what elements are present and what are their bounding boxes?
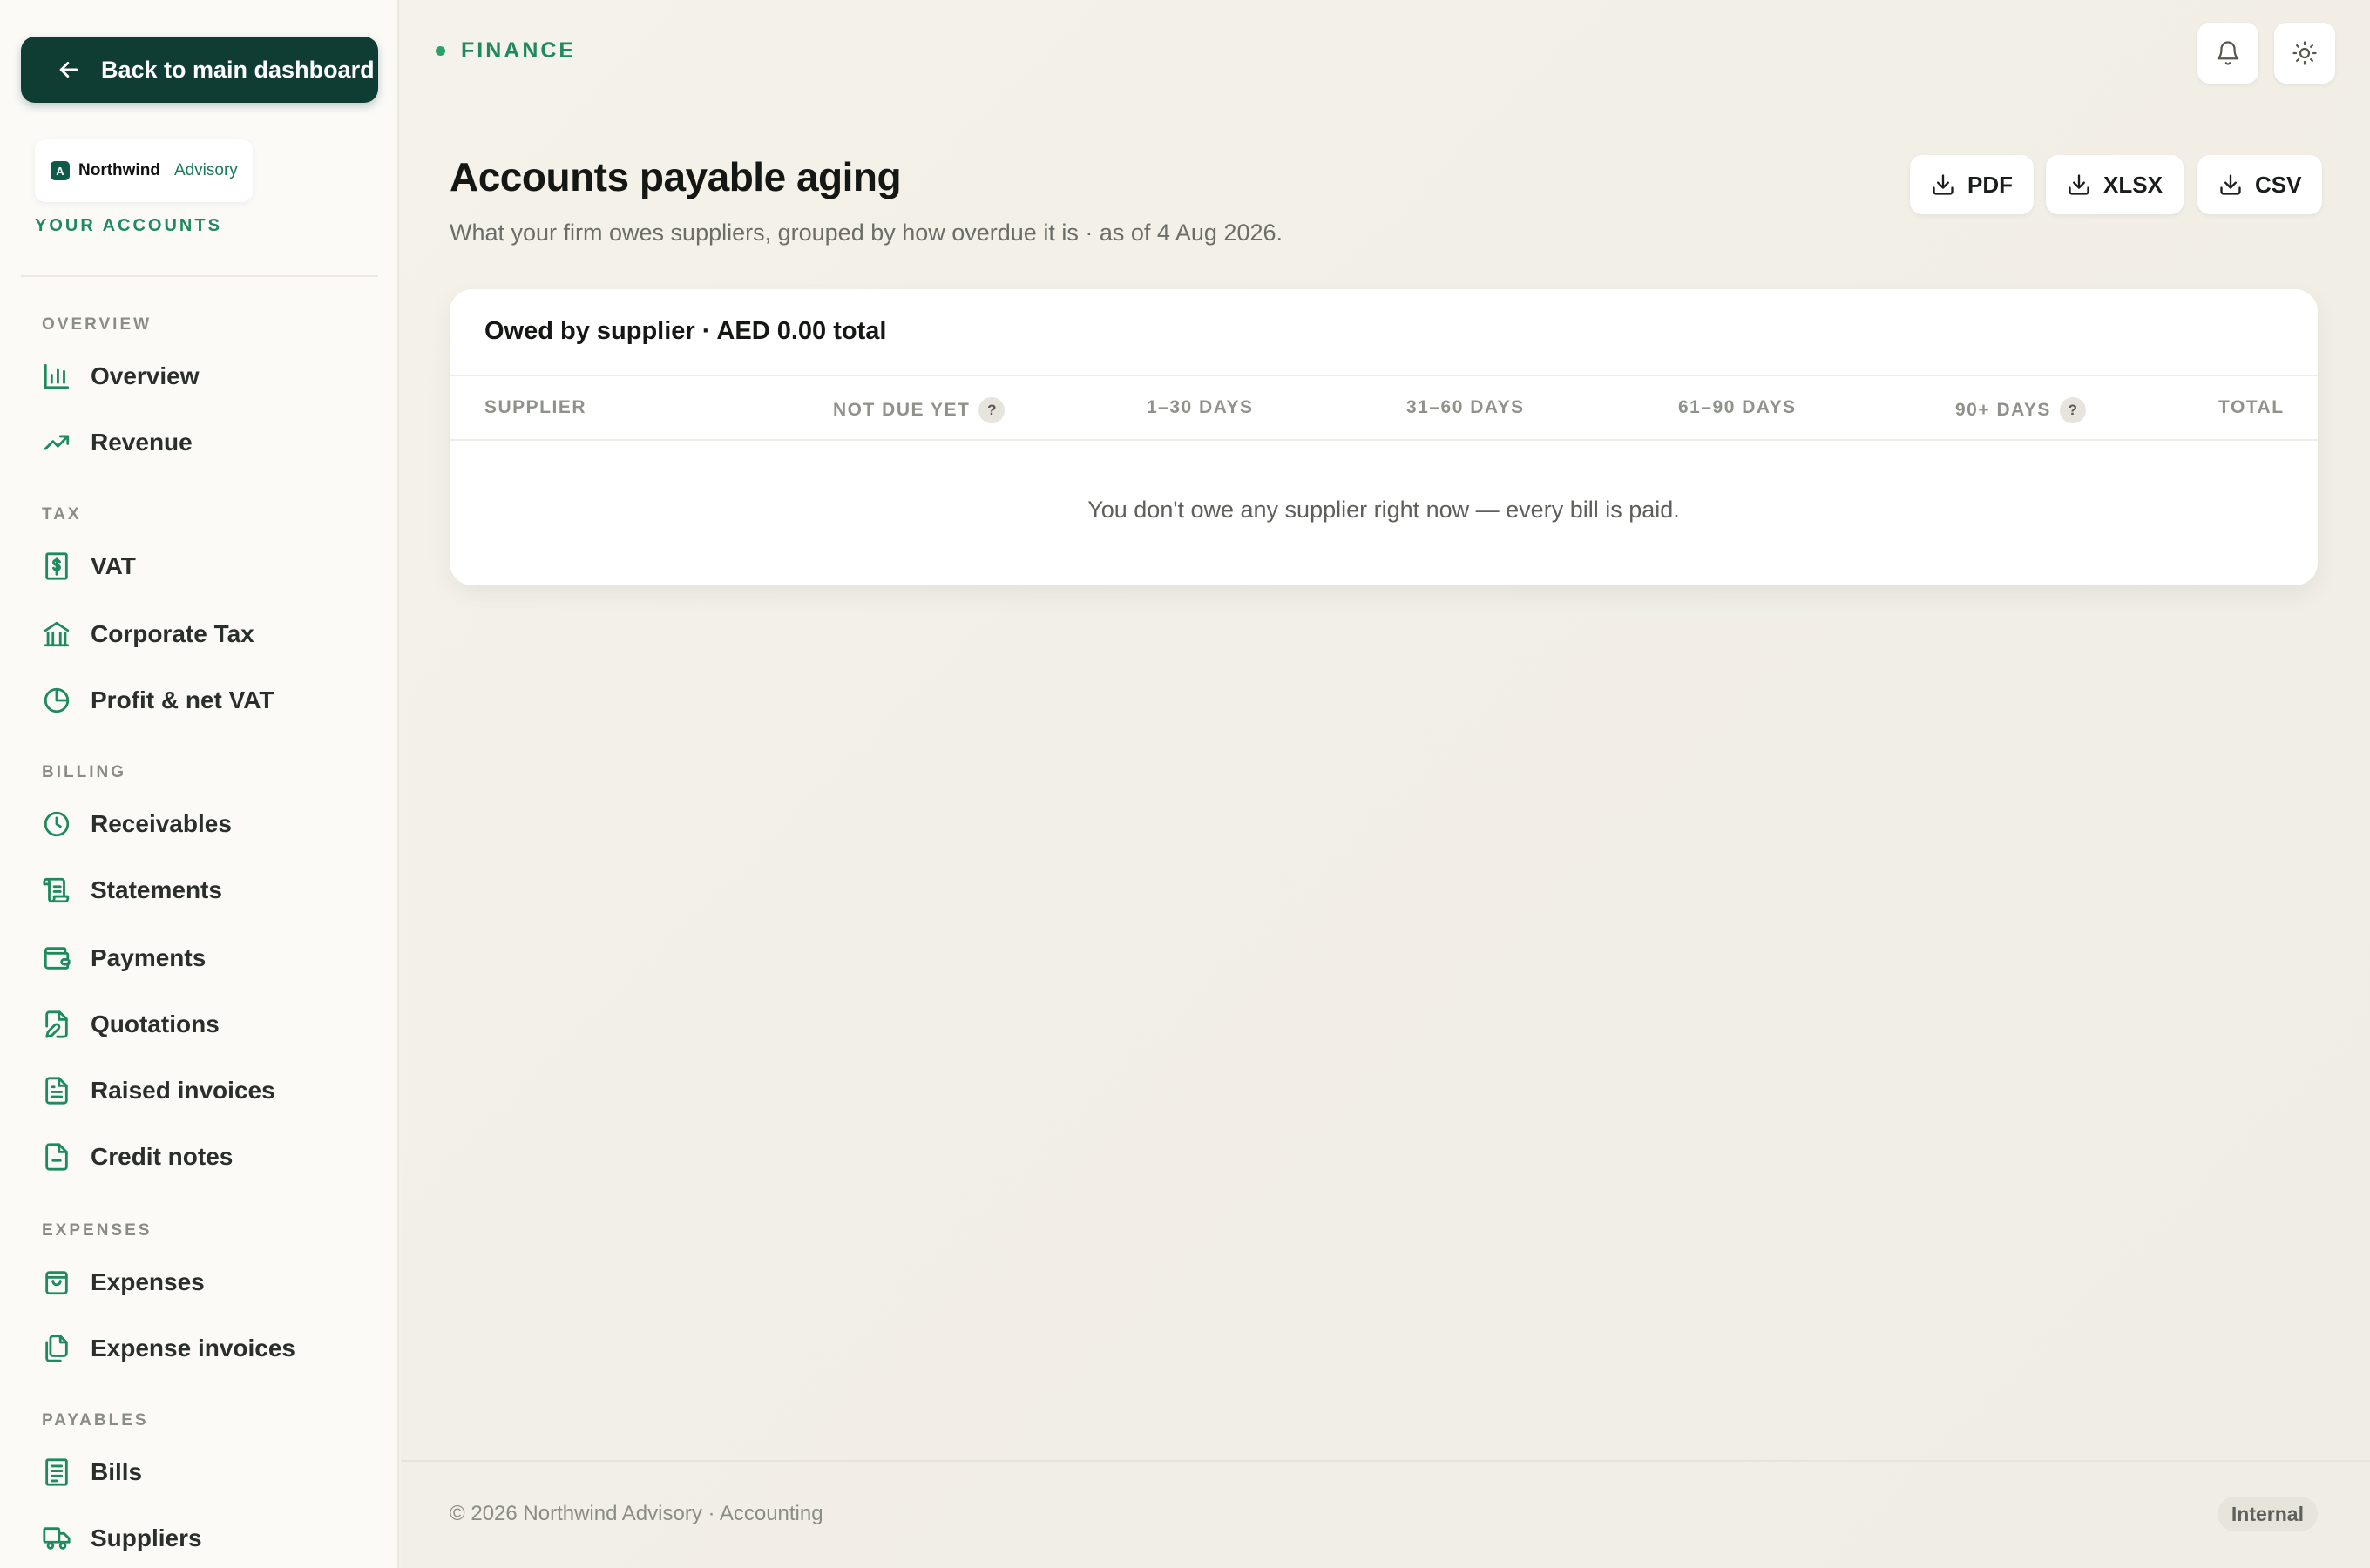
- col-header-total: TOTAL: [2218, 397, 2285, 417]
- back-button-label: Back to main dashboard: [101, 56, 375, 83]
- bank-icon: [44, 621, 70, 647]
- card-divider: [450, 375, 2318, 376]
- shopping-bag-icon: [45, 1271, 68, 1295]
- breadcrumb-dot: [436, 46, 445, 56]
- sidebar-item-payments[interactable]: Payments: [35, 930, 380, 986]
- sidebar-item-profit-net-vat[interactable]: Profit & net VAT: [35, 672, 380, 728]
- col-header-supplier: SUPPLIER: [484, 397, 587, 417]
- section-label-overview: OVERVIEW: [42, 315, 152, 334]
- sun-icon: [2292, 41, 2317, 65]
- footer-badge: Internal: [2217, 1497, 2318, 1531]
- back-to-dashboard-button[interactable]: Back to main dashboard: [21, 37, 378, 103]
- bar-chart-icon: [44, 363, 70, 389]
- download-icon: [1933, 174, 1954, 195]
- brand-logo[interactable]: A Northwind Advisory: [35, 139, 253, 202]
- sidebar-item-corporate-tax[interactable]: Corporate Tax: [35, 606, 380, 662]
- wallet-icon: [44, 947, 71, 970]
- receipt-dollar-icon: [45, 552, 68, 580]
- sidebar: Back to main dashboard A Northwind Advis…: [0, 0, 399, 1568]
- notifications-button[interactable]: [2197, 23, 2258, 84]
- section-label-payables: PAYABLES: [42, 1411, 149, 1429]
- pie-chart-icon: [44, 687, 70, 713]
- section-label-tax: TAX: [42, 505, 82, 524]
- sidebar-item-expenses[interactable]: Expenses: [35, 1254, 380, 1310]
- receipt-icon: [45, 1458, 68, 1486]
- sidebar-item-credit-notes[interactable]: Credit notes: [35, 1129, 380, 1185]
- download-icon: [2220, 174, 2241, 195]
- sidebar-item-quotations[interactable]: Quotations: [35, 997, 380, 1052]
- theme-toggle-button[interactable]: [2274, 23, 2335, 84]
- help-icon[interactable]: ?: [978, 397, 1006, 423]
- section-label-billing: BILLING: [42, 763, 126, 781]
- sidebar-item-suppliers[interactable]: Suppliers: [35, 1511, 380, 1566]
- col-header-1-30: 1–30 DAYS: [1147, 397, 1254, 417]
- header-divider: [450, 439, 2318, 441]
- col-header-not-due: NOT DUE YET ?: [833, 397, 1006, 423]
- brand-sub: Advisory: [173, 161, 238, 179]
- export-xlsx-button[interactable]: XLSX: [2046, 155, 2184, 214]
- col-header-61-90: 61–90 DAYS: [1678, 397, 1797, 417]
- files-icon: [45, 1335, 68, 1362]
- breadcrumb-label: FINANCE: [461, 38, 577, 63]
- file-icon: [45, 1143, 68, 1171]
- sidebar-item-receivables[interactable]: Receivables: [35, 796, 380, 852]
- help-icon[interactable]: ?: [2059, 397, 2086, 423]
- arrow-left-icon: [59, 62, 78, 78]
- main-content: FINANCE Accounts payable aging What your…: [401, 0, 2370, 1568]
- scroll-icon: [43, 877, 70, 903]
- your-accounts-label: YOUR ACCOUNTS: [35, 216, 222, 235]
- brand-name: Northwind: [78, 161, 160, 179]
- sidebar-item-overview[interactable]: Overview: [35, 348, 380, 404]
- clock-icon: [44, 811, 70, 837]
- export-csv-button[interactable]: CSV: [2197, 155, 2323, 214]
- sidebar-item-statements[interactable]: Statements: [35, 862, 380, 918]
- col-header-31-60: 31–60 DAYS: [1406, 397, 1525, 417]
- col-header-90-plus: 90+ DAYS ?: [1955, 397, 2086, 423]
- page-title: Accounts payable aging: [450, 154, 902, 199]
- sidebar-divider: [21, 275, 378, 277]
- aging-table-card: Owed by supplier · AED 0.00 total SUPPLI…: [450, 289, 2318, 585]
- file-edit-icon: [45, 1010, 68, 1038]
- file-text-icon: [45, 1077, 68, 1105]
- download-icon: [2069, 174, 2089, 195]
- bell-icon: [2217, 41, 2239, 65]
- trending-up-icon: [44, 435, 70, 450]
- breadcrumb: FINANCE: [436, 38, 576, 64]
- section-label-expenses: EXPENSES: [42, 1221, 152, 1240]
- brand-mark: A: [51, 161, 70, 180]
- page-subtitle: What your firm owes suppliers, grouped b…: [450, 220, 1283, 246]
- sidebar-item-vat[interactable]: VAT: [35, 538, 380, 594]
- empty-state-message: You don't owe any supplier right now — e…: [1087, 497, 1680, 523]
- footer-copyright: © 2026 Northwind Advisory · Accounting: [450, 1502, 823, 1525]
- sidebar-item-bills[interactable]: Bills: [35, 1444, 380, 1500]
- sidebar-item-raised-invoices[interactable]: Raised invoices: [35, 1063, 380, 1119]
- truck-icon: [43, 1527, 71, 1550]
- footer-divider: [401, 1460, 2370, 1462]
- sidebar-item-revenue[interactable]: Revenue: [35, 415, 380, 470]
- sidebar-item-expense-invoices[interactable]: Expense invoices: [35, 1321, 380, 1376]
- card-title: Owed by supplier · AED 0.00 total: [484, 317, 887, 345]
- export-pdf-button[interactable]: PDF: [1910, 155, 2034, 214]
